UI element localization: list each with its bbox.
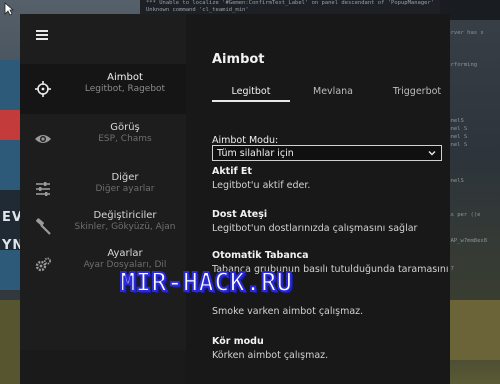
sidebar-item-label: Ayarlar	[107, 248, 143, 259]
option-description: Körken aimbot çalışmaz.	[212, 350, 329, 361]
chevron-down-icon	[428, 151, 436, 156]
console-line: *** Unable to localize '#Gemen:ConfirmTe…	[146, 0, 435, 6]
aimbot-mode-select[interactable]: Tüm silahlar için	[212, 145, 442, 161]
crosshair-icon	[34, 80, 52, 98]
tab-mevlana[interactable]: Mevlana	[294, 86, 372, 102]
sidebar-item-aimbot[interactable]: Aimbot Legitbot, Ragebot	[20, 64, 186, 114]
console-line: Unknown command 'cl_teamid_min'	[146, 7, 249, 13]
console-line: Panel S	[444, 142, 468, 148]
tab-triggerbot[interactable]: Triggerbot	[378, 86, 450, 102]
sidebar-item-sublabel: Skinler, Gökyüzü, Ajan	[74, 222, 176, 232]
option-kor-modu[interactable]: Kör modu	[212, 336, 264, 347]
console-line: 11AP_w7mm8ex8	[444, 238, 488, 244]
select-value: Tüm silahlar için	[217, 148, 294, 159]
option-dost-atesi[interactable]: Dost Ateşi	[212, 209, 267, 220]
sidebar-item-label: Aimbot	[107, 72, 143, 83]
sidebar-footer	[20, 350, 186, 384]
console-line: PanelS	[444, 178, 464, 184]
menu-sidebar: Aimbot Legitbot, Ragebot Görüş ESP, Cham…	[20, 14, 186, 384]
console-line: (As per ((e	[444, 212, 481, 218]
gears-icon	[34, 256, 52, 274]
option-description: Legitbot'un dostlarınızda çalışmasını sa…	[212, 223, 418, 234]
option-otomatik-tabanca[interactable]: Otomatik Tabanca	[212, 250, 309, 261]
sidebar-item-label: Değiştiriciler	[93, 210, 157, 221]
sidebar-item-sublabel: ESP, Chams	[98, 134, 152, 144]
console-line: w_7	[444, 266, 500, 272]
watermark-text: MIR-HACK.RU	[119, 267, 293, 299]
sidebar-item-label: Görüş	[110, 122, 140, 133]
sliders-icon	[34, 180, 52, 198]
console-line: Panel S	[444, 134, 468, 140]
hammer-icon	[34, 218, 52, 236]
sidebar-item-label: Diğer	[111, 172, 139, 183]
sidebar-item-sublabel: Legitbot, Ragebot	[84, 84, 166, 94]
console-line: Panel S	[444, 126, 468, 132]
background-crate	[448, 300, 500, 360]
option-description: Legitbot'u aktif eder.	[212, 180, 311, 191]
console-line: Performing	[444, 62, 478, 68]
aimbot-panel: Aimbot Legitbot Mevlana Triggerbot Aimbo…	[186, 14, 450, 384]
eye-icon	[34, 130, 52, 148]
sidebar-item-gorus[interactable]: Görüş ESP, Chams	[20, 114, 186, 164]
sidebar-item-sublabel: Diğer ayarlar	[95, 184, 155, 194]
console-line: server has s	[444, 30, 484, 36]
page-title: Aimbot	[212, 52, 265, 67]
active-tab-indicator	[212, 100, 290, 102]
option-aktif-et[interactable]: Aktif Et	[212, 166, 252, 177]
hamburger-menu-icon[interactable]	[36, 30, 48, 40]
cursor-icon	[4, 2, 14, 16]
console-line: PanelS	[444, 118, 464, 124]
option-description: Smoke varken aimbot çalışmaz.	[212, 306, 364, 317]
